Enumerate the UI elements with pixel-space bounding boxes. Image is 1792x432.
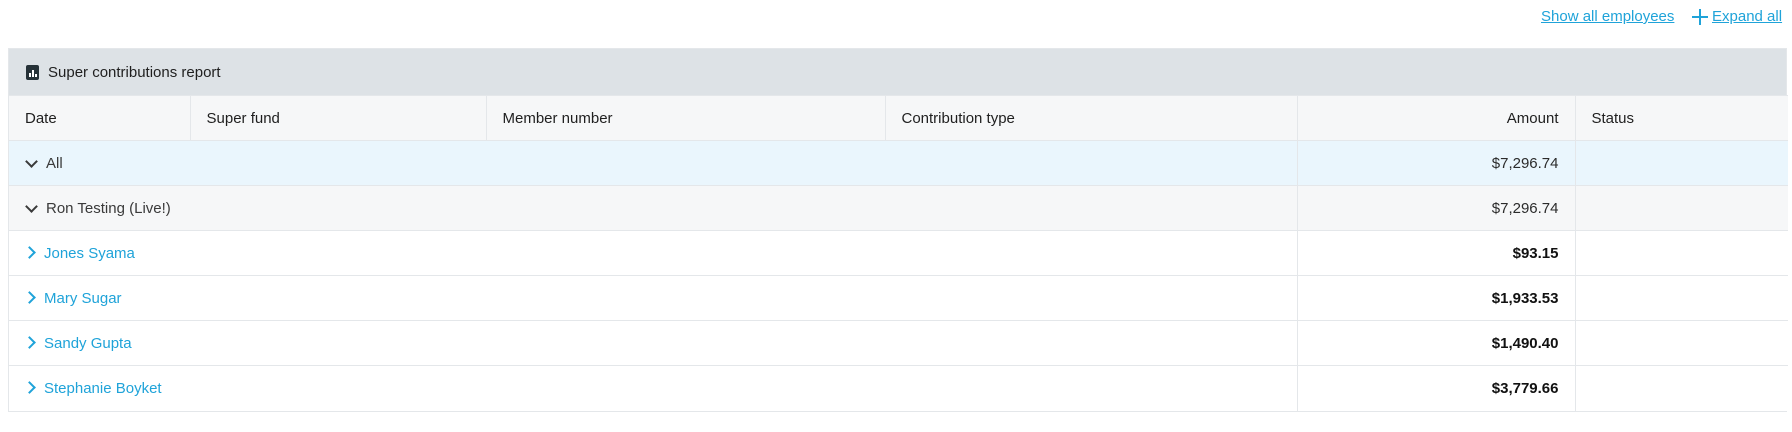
chevron-down-icon[interactable] — [25, 200, 38, 213]
employee-status — [1575, 320, 1788, 366]
all-row[interactable]: All $7,296.74 — [9, 140, 1788, 186]
group-row-status — [1575, 185, 1788, 231]
column-header-date[interactable]: Date — [9, 95, 191, 141]
group-row-label: Ron Testing (Live!) — [46, 199, 171, 217]
all-row-status — [1575, 140, 1788, 186]
report-header: Super contributions report — [9, 49, 1786, 95]
chevron-right-icon[interactable] — [23, 336, 36, 349]
top-links: Show all employees Expand all — [0, 0, 1792, 34]
employee-status — [1575, 230, 1788, 276]
employee-amount: $93.15 — [1296, 230, 1576, 276]
report-chart-icon — [26, 64, 39, 80]
all-row-label-cell[interactable]: All — [9, 140, 1297, 186]
employee-name-cell[interactable]: Mary Sugar — [9, 275, 1297, 321]
expand-all-label: Expand all — [1712, 8, 1783, 25]
chevron-right-icon[interactable] — [23, 381, 36, 395]
column-header-member-number[interactable]: Member number — [486, 95, 886, 141]
show-all-employees-link[interactable]: Show all employees — [1541, 8, 1674, 25]
employee-name-cell[interactable]: Stephanie Boyket — [9, 365, 1297, 411]
employee-amount: $1,490.40 — [1296, 320, 1576, 366]
all-row-label: All — [46, 154, 63, 172]
column-header-super-fund[interactable]: Super fund — [190, 95, 487, 141]
employee-name-link[interactable]: Stephanie Boyket — [44, 380, 162, 397]
employee-amount: $1,933.53 — [1296, 275, 1576, 321]
report-title: Super contributions report — [48, 63, 221, 81]
employee-name-link[interactable]: Mary Sugar — [44, 290, 122, 307]
employee-name-cell[interactable]: Jones Syama — [9, 230, 1297, 276]
column-header-contribution-type[interactable]: Contribution type — [885, 95, 1298, 141]
employee-status — [1575, 365, 1788, 411]
chevron-down-icon[interactable] — [25, 155, 38, 168]
employee-row[interactable]: Stephanie Boyket $3,779.66 — [9, 365, 1788, 411]
employee-row[interactable]: Mary Sugar $1,933.53 — [9, 275, 1788, 321]
all-row-amount: $7,296.74 — [1296, 140, 1576, 186]
employee-name-link[interactable]: Jones Syama — [44, 245, 135, 262]
employee-name-link[interactable]: Sandy Gupta — [44, 335, 132, 352]
group-row-amount: $7,296.74 — [1296, 185, 1576, 231]
chevron-right-icon[interactable] — [23, 291, 36, 304]
employee-name-cell[interactable]: Sandy Gupta — [9, 320, 1297, 366]
expand-all-link[interactable]: Expand all — [1692, 8, 1782, 25]
chevron-right-icon[interactable] — [23, 246, 36, 259]
super-contributions-report: Super contributions report Date Super fu… — [8, 48, 1788, 412]
column-header-status[interactable]: Status — [1575, 95, 1788, 141]
group-row-label-cell[interactable]: Ron Testing (Live!) — [9, 185, 1297, 231]
group-row[interactable]: Ron Testing (Live!) $7,296.74 — [9, 185, 1788, 231]
report-table: Date Super fund Member number Contributi… — [9, 95, 1788, 411]
employee-row[interactable]: Jones Syama $93.15 — [9, 230, 1788, 276]
column-header-amount[interactable]: Amount — [1297, 95, 1576, 141]
plus-icon — [1692, 8, 1708, 25]
employee-amount: $3,779.66 — [1296, 365, 1576, 411]
employee-row[interactable]: Sandy Gupta $1,490.40 — [9, 320, 1788, 366]
column-header-row: Date Super fund Member number Contributi… — [9, 95, 1788, 141]
employee-status — [1575, 275, 1788, 321]
